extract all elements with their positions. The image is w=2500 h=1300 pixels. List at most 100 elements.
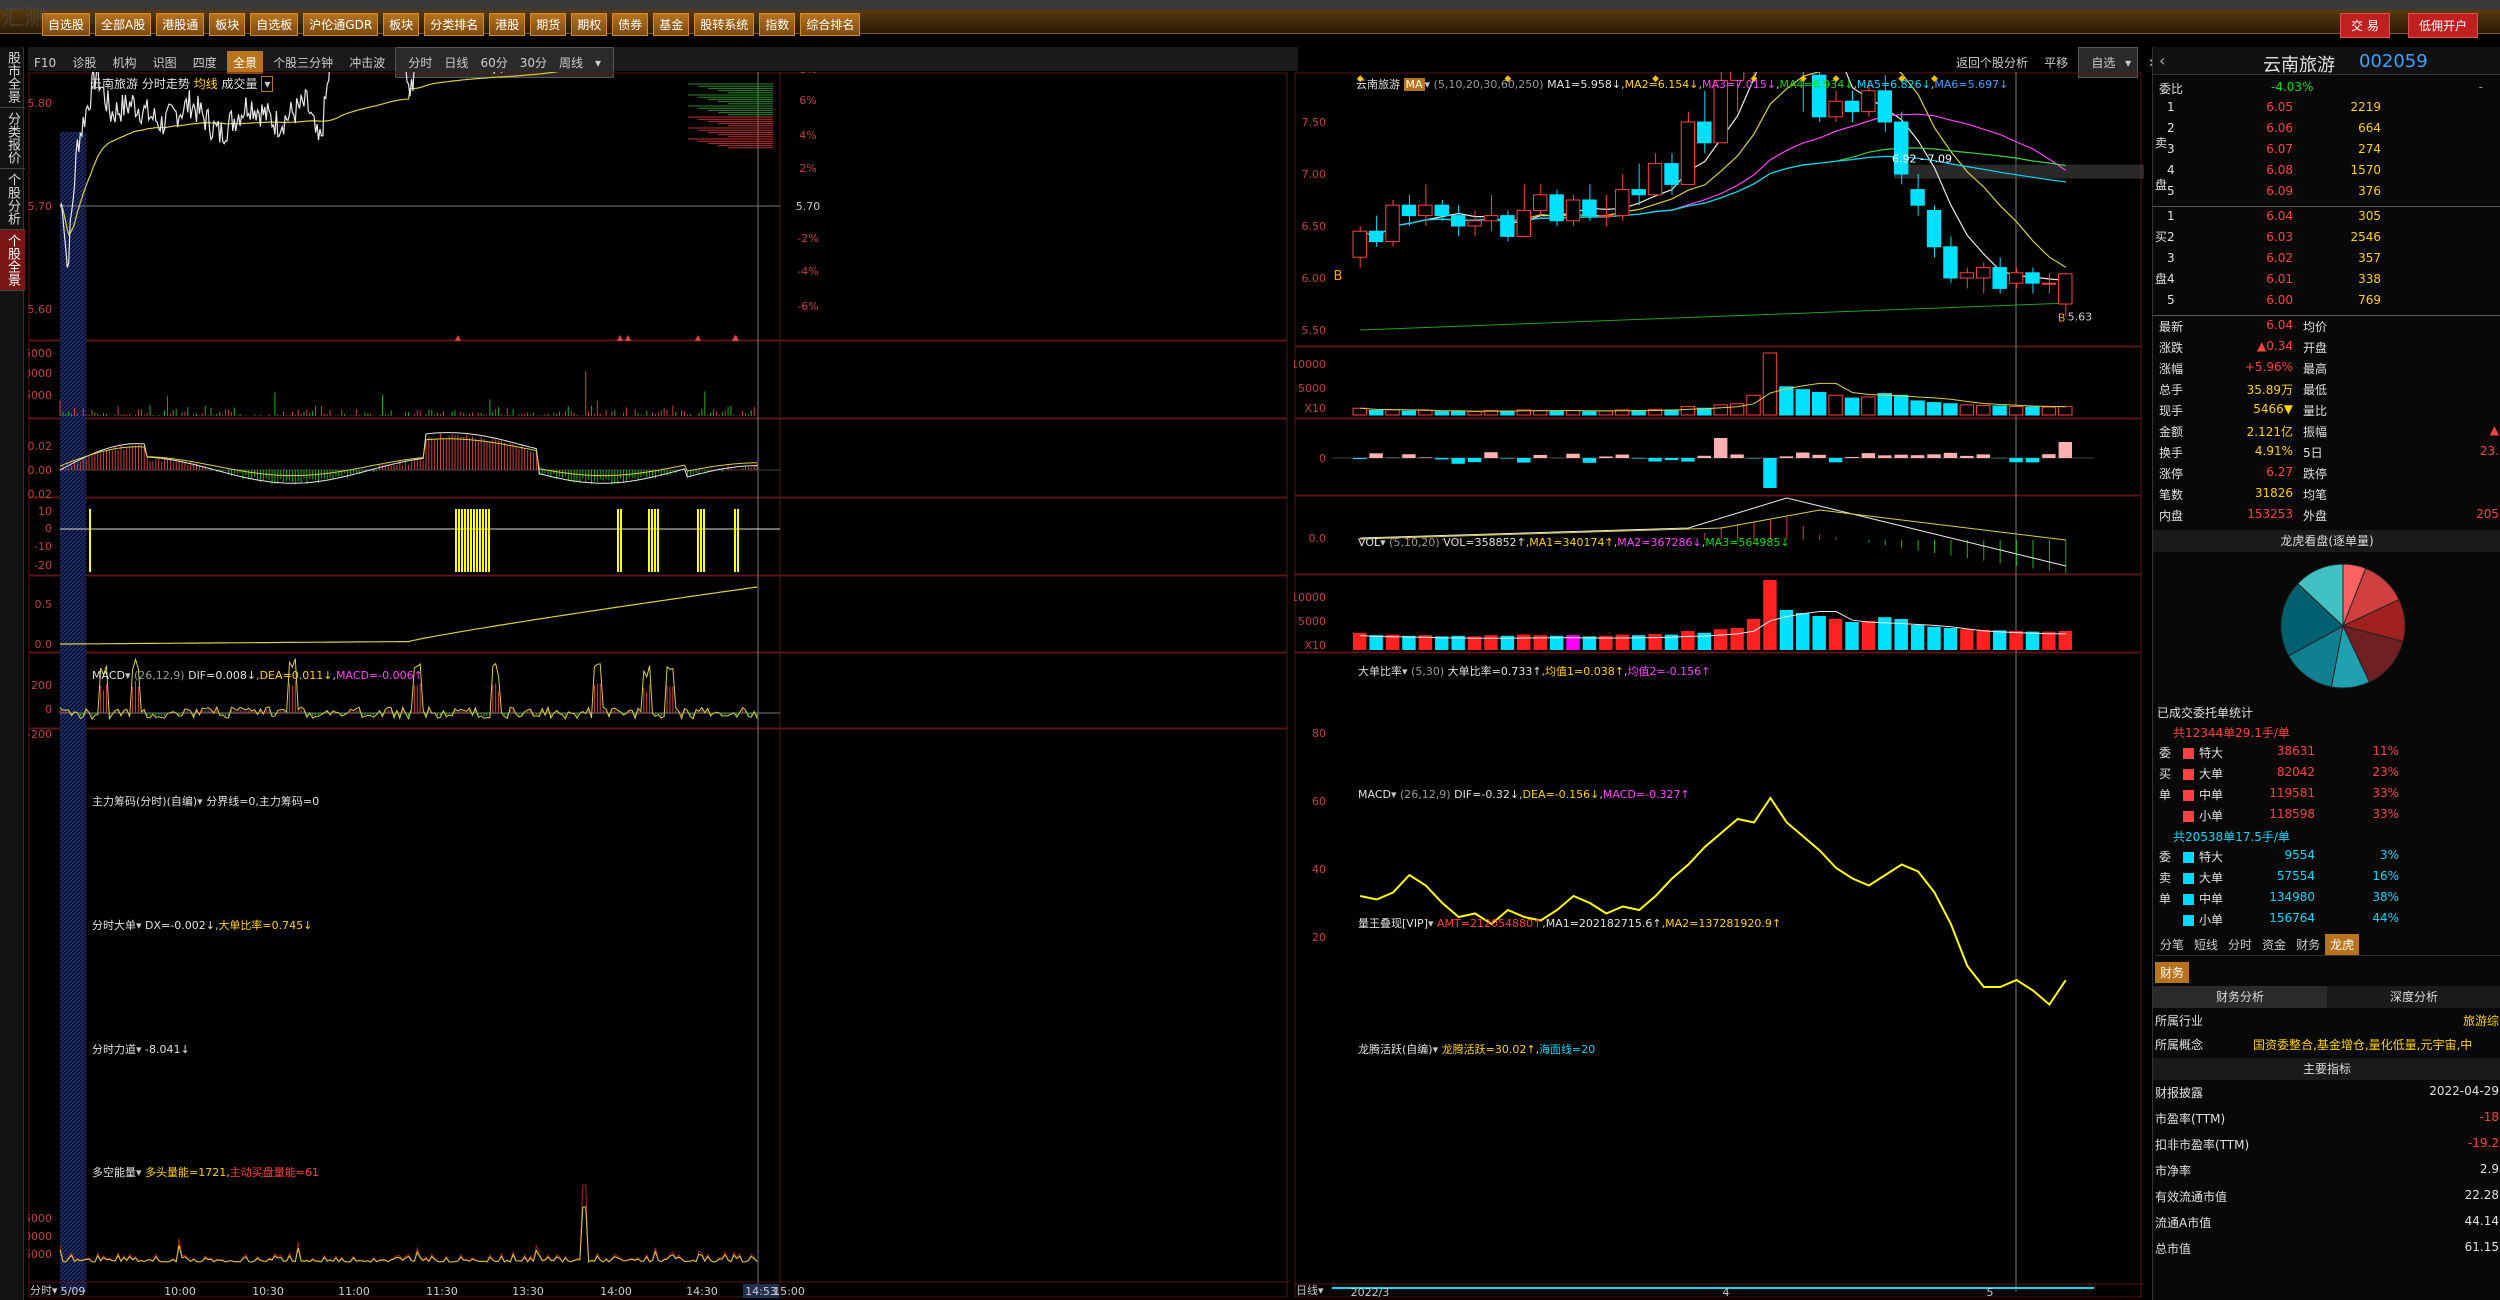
finance-tab[interactable]: 财务 — [2155, 962, 2190, 983]
legend-swatch — [2183, 769, 2194, 780]
daily-vol-bar — [1418, 409, 1433, 416]
pct-tick: -2% — [797, 232, 818, 245]
daily-amount-label[interactable]: 量王叠现[VIP] — [1358, 917, 1428, 930]
top-menu-item[interactable]: 沪伦通GDR — [303, 13, 379, 36]
tool-pattern[interactable]: 识图 — [147, 51, 183, 74]
trade-button[interactable]: 交 易 — [2340, 13, 2390, 38]
stat-value: 31826 — [2254, 486, 2293, 500]
daily-amt-bar — [2009, 631, 2023, 650]
fin-label: 有效流通市值 — [2155, 1190, 2228, 1204]
top-menu-item[interactable]: 债券 — [612, 13, 649, 36]
daily-vol-label[interactable]: VOL — [1358, 536, 1380, 549]
intraday-bigorder-label[interactable]: 分时大单 — [92, 919, 136, 932]
ask-level: 1 — [2167, 100, 2175, 114]
daily-ratio-label[interactable]: 大单比率 — [1358, 665, 1402, 678]
quote-tab[interactable]: 资金 — [2257, 934, 2291, 955]
nav-stock-panorama[interactable]: 个股全景 — [0, 230, 25, 291]
top-menu-item[interactable]: 全部A股 — [95, 13, 152, 36]
nav-market-overview[interactable]: 股市全景 — [0, 47, 25, 108]
sell-row: 中单 134980 38% 单 — [2153, 890, 2500, 909]
ma-button[interactable]: MA — [1403, 78, 1425, 91]
daily-ma4: MA4=6.934↓ — [1779, 78, 1854, 91]
daily-amt-bar — [1484, 635, 1498, 650]
candle-body — [1926, 209, 1942, 248]
period-daily[interactable]: 日线 — [438, 51, 474, 74]
tool-four-degree[interactable]: 四度 — [187, 51, 223, 74]
flat-button[interactable]: 平移 — [2038, 51, 2074, 74]
force-line — [59, 657, 758, 721]
daily-macd-label[interactable]: MACD — [1358, 788, 1391, 801]
daily-bottom-label[interactable]: 日线▾ — [1296, 1282, 1324, 1298]
top-menu-item[interactable]: 基金 — [653, 13, 690, 36]
intraday-bottom-label[interactable]: 分时▾ — [30, 1282, 58, 1298]
stat-label-2: 跌停 — [2303, 467, 2328, 481]
time-tick: 14:53 — [745, 1285, 777, 1298]
top-menu-item[interactable]: 自选股 — [42, 13, 91, 36]
quote-tab[interactable]: 龙虎 — [2325, 934, 2360, 955]
bid-row: 4 6.01 338 — [2153, 272, 2500, 291]
chevron-down-icon[interactable]: ▾ — [589, 53, 607, 73]
ratio-bar — [1910, 455, 1925, 458]
period-60min[interactable]: 60分 — [474, 51, 513, 74]
tool-f10[interactable]: F10 — [28, 53, 62, 73]
vol-tick: 15000 — [28, 347, 52, 360]
macd-tick: 0.00 — [28, 464, 52, 477]
back-chevron-icon[interactable]: ‹ — [2159, 51, 2165, 70]
intraday-macd-params: (26,12,9) — [134, 669, 185, 682]
top-menu-item[interactable]: 股转系统 — [694, 13, 755, 36]
intraday-menu-icon[interactable]: ▾ — [261, 76, 274, 92]
top-menu-item[interactable]: 板块 — [209, 13, 246, 36]
tool-institution[interactable]: 机构 — [106, 51, 142, 74]
top-menu-item[interactable]: 分类排名 — [424, 13, 485, 36]
stat-label: 现手 — [2159, 404, 2184, 418]
candle-body — [1844, 100, 1860, 113]
ratio-bar — [1435, 458, 1449, 460]
open-account-button[interactable]: 低佣开户 — [2408, 13, 2479, 38]
quote-tab[interactable]: 分时 — [2223, 934, 2257, 955]
top-menu-item[interactable]: 自选板 — [250, 13, 299, 36]
tool-shock-wave[interactable]: 冲击波 — [343, 51, 391, 74]
daily-amt-bar — [1746, 619, 1761, 650]
intraday-energy-label[interactable]: 多空能量 — [92, 1166, 136, 1179]
top-menu-item[interactable]: 港股通 — [156, 13, 205, 36]
quote-tab[interactable]: 短线 — [2189, 934, 2223, 955]
time-tick: 10:00 — [164, 1285, 196, 1298]
orders-title-row: 已成交委托单统计 — [2153, 704, 2500, 723]
daily-ma6: MA6=5.697↓ — [1934, 78, 2009, 91]
top-menu-item[interactable]: 期货 — [530, 13, 567, 36]
sell-row: 特大 9554 3% 委 — [2153, 848, 2500, 867]
top-menu-item[interactable]: 板块 — [383, 13, 420, 36]
daily-kline-panel: 7.507.006.506.005.508.45 - 8.606.92 - 7.… — [1302, 72, 2144, 337]
period-30min[interactable]: 30分 — [514, 51, 553, 74]
intraday-macd-label[interactable]: MACD — [92, 669, 125, 682]
bid-row: 2 6.03 2546 — [2153, 230, 2500, 249]
tool-panorama[interactable]: 全景 — [226, 51, 263, 74]
period-weekly[interactable]: 周线 — [553, 51, 589, 74]
intraday-force-label[interactable]: 分时力道 — [92, 1043, 136, 1056]
nav-category-quotes[interactable]: 分类报价 — [0, 108, 25, 169]
book-side-label: 卖 — [2155, 136, 2168, 150]
candle-body — [1483, 215, 1499, 222]
nav-stock-analysis[interactable]: 个股分析 — [0, 169, 25, 230]
pct-tick: 4% — [799, 129, 816, 142]
quote-header: ‹ 云南旅游 002059 — [2153, 47, 2500, 76]
back-to-analysis-button[interactable]: 返回个股分析 — [1950, 51, 2034, 74]
tool-three-minute[interactable]: 个股三分钟 — [267, 51, 339, 74]
quote-tab[interactable]: 财务 — [2291, 934, 2325, 955]
stat-label-2: 最低 — [2303, 383, 2328, 397]
top-menu-item[interactable]: 综合排名 — [800, 13, 861, 36]
tool-diagnose[interactable]: 诊股 — [66, 51, 102, 74]
candle-body — [2058, 273, 2073, 305]
finance-subtab[interactable]: 财务分析 — [2153, 986, 2327, 1008]
ratio-bar — [1812, 454, 1826, 458]
quote-tab[interactable]: 分笔 — [2155, 934, 2189, 955]
finance-subtab[interactable]: 深度分析 — [2327, 986, 2500, 1008]
top-menu-item[interactable]: 指数 — [759, 13, 796, 36]
ratio-bar — [1828, 458, 1843, 463]
period-intraday[interactable]: 分时 — [402, 51, 438, 74]
daily-dragon-label[interactable]: 龙腾活跃(自编) — [1358, 1043, 1433, 1056]
top-menu-item[interactable]: 港股 — [489, 13, 526, 36]
left-navigation-strip: 股市全景 分类报价 个股分析 个股全景 — [0, 47, 25, 1300]
intraday-chips-label[interactable]: 主力筹码(分时)(自编) — [92, 795, 197, 808]
top-menu-item[interactable]: 期权 — [571, 13, 608, 36]
